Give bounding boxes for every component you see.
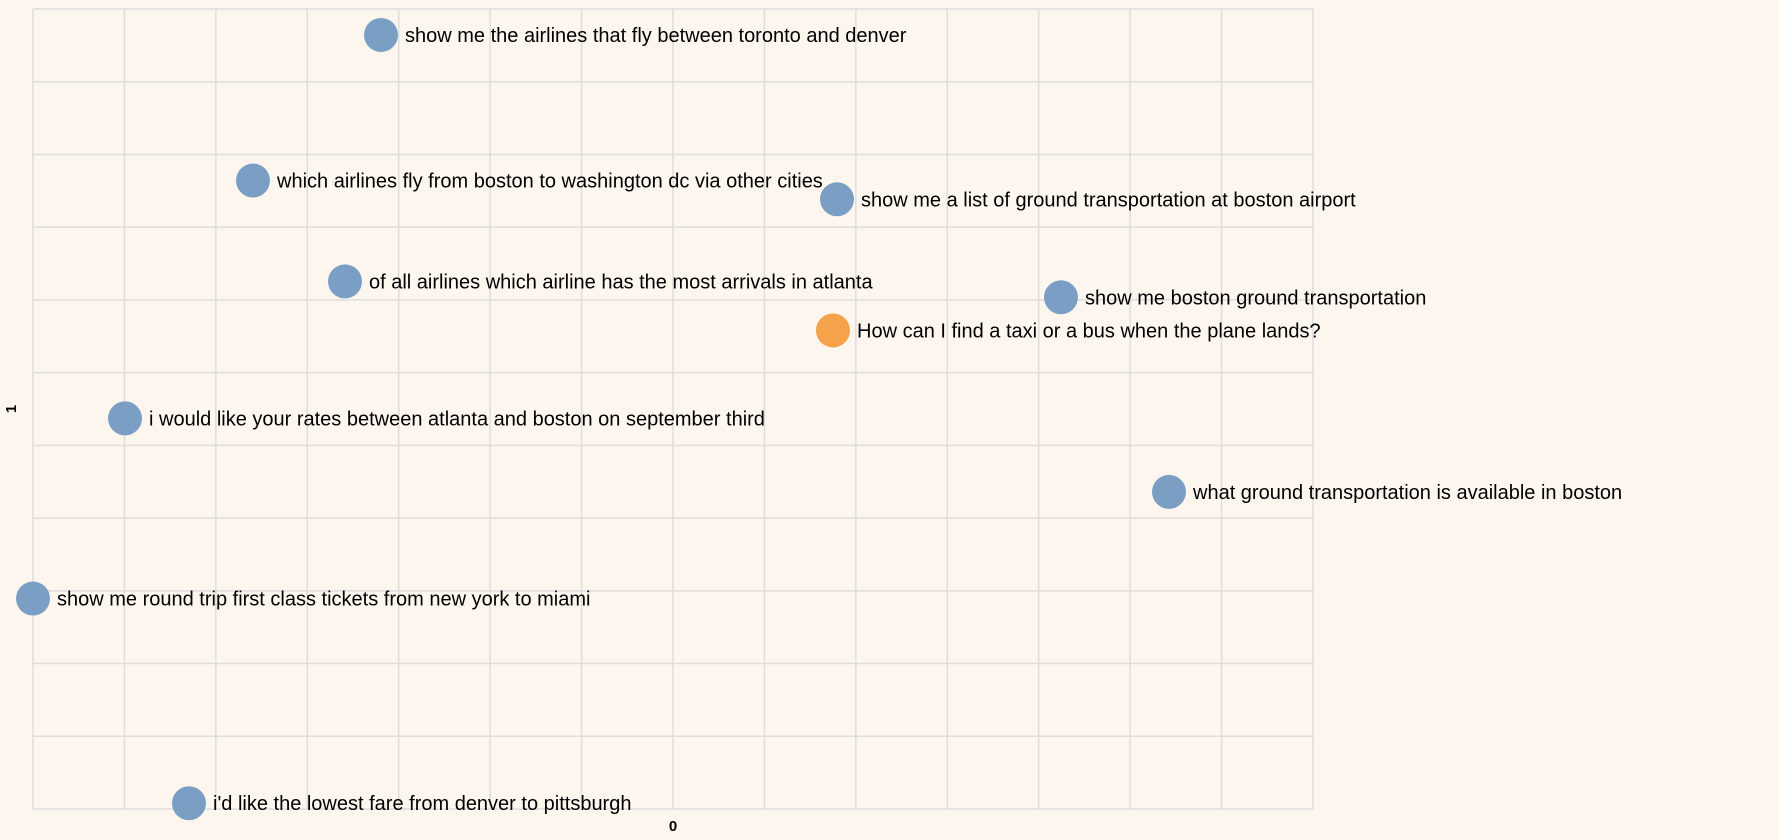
point-label: i would like your rates between atlanta … [149,408,765,430]
x-axis-label: 0 [669,818,677,835]
data-point [328,264,362,299]
point-label: what ground transportation is available … [1192,482,1622,504]
data-point [172,786,206,821]
data-point [364,17,398,52]
chart-root: show me the airlines that fly between to… [0,0,1779,835]
data-point [1152,474,1186,509]
y-axis-label: 1 [3,405,20,413]
data-point [108,401,142,436]
point-label: show me round trip first class tickets f… [57,589,590,611]
data-point [820,182,854,217]
point-label: i'd like the lowest fare from denver to … [213,793,631,815]
data-point [16,581,50,616]
query-point [816,313,850,348]
data-point [236,163,270,198]
point-label: show me the airlines that fly between to… [405,25,907,47]
point-label: show me a list of ground transportation … [861,189,1356,211]
point-label: How can I find a taxi or a bus when the … [857,320,1321,342]
scatter-chart: show me the airlines that fly between to… [0,0,1779,835]
point-label: of all airlines which airline has the mo… [369,271,873,293]
data-point [1044,280,1078,315]
point-label: which airlines fly from boston to washin… [276,171,823,193]
point-label: show me boston ground transportation [1085,287,1426,309]
